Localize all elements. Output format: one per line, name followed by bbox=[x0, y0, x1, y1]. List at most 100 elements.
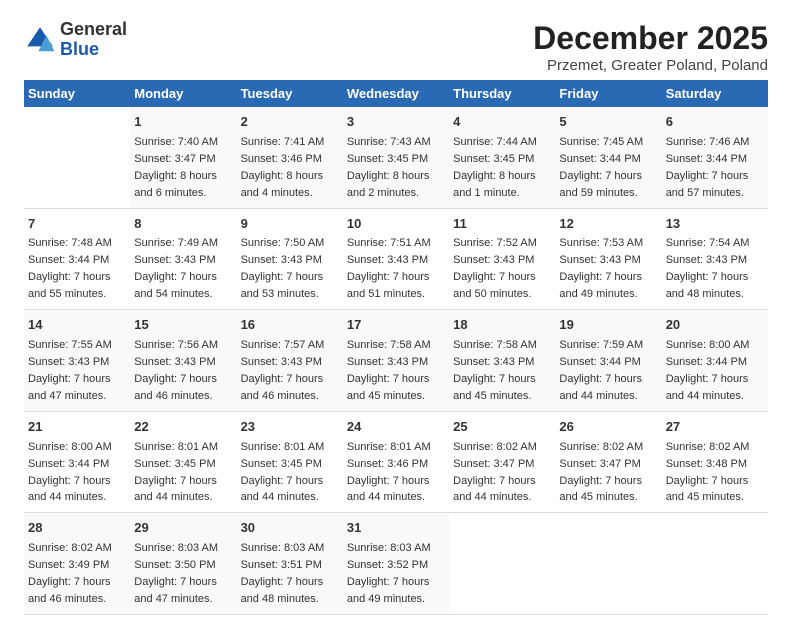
calendar-cell: 11 Sunrise: 7:52 AM Sunset: 3:43 PM Dayli… bbox=[449, 208, 555, 310]
day-number: 2 bbox=[241, 113, 339, 132]
day-info: Sunrise: 8:03 AM Sunset: 3:50 PM Dayligh… bbox=[134, 542, 218, 605]
day-number: 31 bbox=[347, 519, 445, 538]
calendar-cell: 29 Sunrise: 8:03 AM Sunset: 3:50 PM Dayli… bbox=[130, 513, 236, 615]
calendar-cell: 4 Sunrise: 7:44 AM Sunset: 3:45 PM Daylig… bbox=[449, 107, 555, 208]
day-number: 16 bbox=[241, 316, 339, 335]
day-number: 1 bbox=[134, 113, 232, 132]
calendar-cell: 2 Sunrise: 7:41 AM Sunset: 3:46 PM Daylig… bbox=[237, 107, 343, 208]
day-info: Sunrise: 8:00 AM Sunset: 3:44 PM Dayligh… bbox=[666, 339, 750, 402]
day-number: 7 bbox=[28, 215, 126, 234]
calendar-cell: 31 Sunrise: 8:03 AM Sunset: 3:52 PM Dayli… bbox=[343, 513, 449, 615]
day-number: 25 bbox=[453, 418, 551, 437]
calendar-cell: 19Sunrise: 7:59 AM Sunset: 3:44 PM Dayli… bbox=[555, 310, 661, 412]
day-info: Sunrise: 8:01 AM Sunset: 3:45 PM Dayligh… bbox=[241, 441, 325, 504]
weekday-header-thursday: Thursday bbox=[449, 80, 555, 107]
week-row-4: 21Sunrise: 8:00 AM Sunset: 3:44 PM Dayli… bbox=[24, 411, 768, 513]
day-number: 22 bbox=[134, 418, 232, 437]
day-info: Sunrise: 8:03 AM Sunset: 3:52 PM Dayligh… bbox=[347, 542, 431, 605]
day-number: 4 bbox=[453, 113, 551, 132]
calendar-cell bbox=[555, 513, 661, 615]
week-row-5: 28 Sunrise: 8:02 AM Sunset: 3:49 PM Dayli… bbox=[24, 513, 768, 615]
day-info: Sunrise: 7:52 AM Sunset: 3:43 PM Dayligh… bbox=[453, 237, 537, 300]
day-number: 29 bbox=[134, 519, 232, 538]
calendar-cell: 10 Sunrise: 7:51 AM Sunset: 3:43 PM Dayli… bbox=[343, 208, 449, 310]
day-number: 12 bbox=[559, 215, 657, 234]
calendar-cell: 8 Sunrise: 7:49 AM Sunset: 3:43 PM Daylig… bbox=[130, 208, 236, 310]
day-number: 30 bbox=[241, 519, 339, 538]
calendar-table: SundayMondayTuesdayWednesdayThursdayFrid… bbox=[24, 80, 768, 615]
day-info: Sunrise: 8:02 AM Sunset: 3:49 PM Dayligh… bbox=[28, 542, 112, 605]
calendar-cell: 5Sunrise: 7:45 AM Sunset: 3:44 PM Daylig… bbox=[555, 107, 661, 208]
day-info: Sunrise: 8:01 AM Sunset: 3:46 PM Dayligh… bbox=[347, 441, 431, 504]
week-row-2: 7 Sunrise: 7:48 AM Sunset: 3:44 PM Daylig… bbox=[24, 208, 768, 310]
calendar-cell: 26Sunrise: 8:02 AM Sunset: 3:47 PM Dayli… bbox=[555, 411, 661, 513]
day-number: 14 bbox=[28, 316, 126, 335]
day-info: Sunrise: 7:43 AM Sunset: 3:45 PM Dayligh… bbox=[347, 136, 431, 199]
subtitle: Przemet, Greater Poland, Poland bbox=[533, 57, 768, 74]
calendar-cell: 23 Sunrise: 8:01 AM Sunset: 3:45 PM Dayli… bbox=[237, 411, 343, 513]
calendar-cell bbox=[662, 513, 768, 615]
weekday-header-monday: Monday bbox=[130, 80, 236, 107]
calendar-cell: 13 Sunrise: 7:54 AM Sunset: 3:43 PM Dayli… bbox=[662, 208, 768, 310]
calendar-cell: 1 Sunrise: 7:40 AM Sunset: 3:47 PM Daylig… bbox=[130, 107, 236, 208]
calendar-cell: 17Sunrise: 7:58 AM Sunset: 3:43 PM Dayli… bbox=[343, 310, 449, 412]
day-info: Sunrise: 7:48 AM Sunset: 3:44 PM Dayligh… bbox=[28, 237, 112, 300]
day-info: Sunrise: 7:56 AM Sunset: 3:43 PM Dayligh… bbox=[134, 339, 218, 402]
day-info: Sunrise: 8:02 AM Sunset: 3:47 PM Dayligh… bbox=[453, 441, 537, 504]
main-title: December 2025 bbox=[533, 20, 768, 57]
day-info: Sunrise: 7:58 AM Sunset: 3:43 PM Dayligh… bbox=[453, 339, 537, 402]
week-row-3: 14Sunrise: 7:55 AM Sunset: 3:43 PM Dayli… bbox=[24, 310, 768, 412]
title-block: December 2025 Przemet, Greater Poland, P… bbox=[533, 20, 768, 74]
day-number: 23 bbox=[241, 418, 339, 437]
day-info: Sunrise: 7:46 AM Sunset: 3:44 PM Dayligh… bbox=[666, 136, 750, 199]
day-number: 19 bbox=[559, 316, 657, 335]
day-number: 3 bbox=[347, 113, 445, 132]
day-number: 18 bbox=[453, 316, 551, 335]
weekday-header-saturday: Saturday bbox=[662, 80, 768, 107]
day-number: 10 bbox=[347, 215, 445, 234]
weekday-header-tuesday: Tuesday bbox=[237, 80, 343, 107]
week-row-1: 1 Sunrise: 7:40 AM Sunset: 3:47 PM Daylig… bbox=[24, 107, 768, 208]
day-info: Sunrise: 8:01 AM Sunset: 3:45 PM Dayligh… bbox=[134, 441, 218, 504]
weekday-header-friday: Friday bbox=[555, 80, 661, 107]
day-number: 27 bbox=[666, 418, 764, 437]
logo: General Blue bbox=[24, 20, 127, 60]
calendar-cell: 27 Sunrise: 8:02 AM Sunset: 3:48 PM Dayli… bbox=[662, 411, 768, 513]
calendar-cell: 20 Sunrise: 8:00 AM Sunset: 3:44 PM Dayli… bbox=[662, 310, 768, 412]
day-number: 20 bbox=[666, 316, 764, 335]
weekday-header-sunday: Sunday bbox=[24, 80, 130, 107]
day-info: Sunrise: 8:02 AM Sunset: 3:48 PM Dayligh… bbox=[666, 441, 750, 504]
calendar-body: 1 Sunrise: 7:40 AM Sunset: 3:47 PM Daylig… bbox=[24, 107, 768, 614]
calendar-cell: 22 Sunrise: 8:01 AM Sunset: 3:45 PM Dayli… bbox=[130, 411, 236, 513]
day-number: 24 bbox=[347, 418, 445, 437]
calendar-cell: 12Sunrise: 7:53 AM Sunset: 3:43 PM Dayli… bbox=[555, 208, 661, 310]
page-header: General Blue December 2025 Przemet, Grea… bbox=[24, 20, 768, 74]
day-info: Sunrise: 7:54 AM Sunset: 3:43 PM Dayligh… bbox=[666, 237, 750, 300]
calendar-cell bbox=[449, 513, 555, 615]
day-info: Sunrise: 7:51 AM Sunset: 3:43 PM Dayligh… bbox=[347, 237, 431, 300]
calendar-cell: 7 Sunrise: 7:48 AM Sunset: 3:44 PM Daylig… bbox=[24, 208, 130, 310]
calendar-cell: 16Sunrise: 7:57 AM Sunset: 3:43 PM Dayli… bbox=[237, 310, 343, 412]
day-info: Sunrise: 7:40 AM Sunset: 3:47 PM Dayligh… bbox=[134, 136, 218, 199]
day-number: 26 bbox=[559, 418, 657, 437]
day-number: 13 bbox=[666, 215, 764, 234]
day-info: Sunrise: 7:49 AM Sunset: 3:43 PM Dayligh… bbox=[134, 237, 218, 300]
logo-text: General Blue bbox=[60, 20, 127, 60]
day-info: Sunrise: 8:00 AM Sunset: 3:44 PM Dayligh… bbox=[28, 441, 112, 504]
calendar-cell: 30Sunrise: 8:03 AM Sunset: 3:51 PM Dayli… bbox=[237, 513, 343, 615]
calendar-cell: 25 Sunrise: 8:02 AM Sunset: 3:47 PM Dayli… bbox=[449, 411, 555, 513]
day-number: 8 bbox=[134, 215, 232, 234]
calendar-cell bbox=[24, 107, 130, 208]
day-number: 28 bbox=[28, 519, 126, 538]
weekday-header-wednesday: Wednesday bbox=[343, 80, 449, 107]
day-number: 6 bbox=[666, 113, 764, 132]
day-number: 5 bbox=[559, 113, 657, 132]
day-number: 15 bbox=[134, 316, 232, 335]
logo-icon bbox=[24, 24, 56, 56]
day-info: Sunrise: 7:44 AM Sunset: 3:45 PM Dayligh… bbox=[453, 136, 537, 199]
day-number: 11 bbox=[453, 215, 551, 234]
day-info: Sunrise: 7:41 AM Sunset: 3:46 PM Dayligh… bbox=[241, 136, 325, 199]
calendar-cell: 9Sunrise: 7:50 AM Sunset: 3:43 PM Daylig… bbox=[237, 208, 343, 310]
day-info: Sunrise: 7:50 AM Sunset: 3:43 PM Dayligh… bbox=[241, 237, 325, 300]
calendar-cell: 6 Sunrise: 7:46 AM Sunset: 3:44 PM Daylig… bbox=[662, 107, 768, 208]
